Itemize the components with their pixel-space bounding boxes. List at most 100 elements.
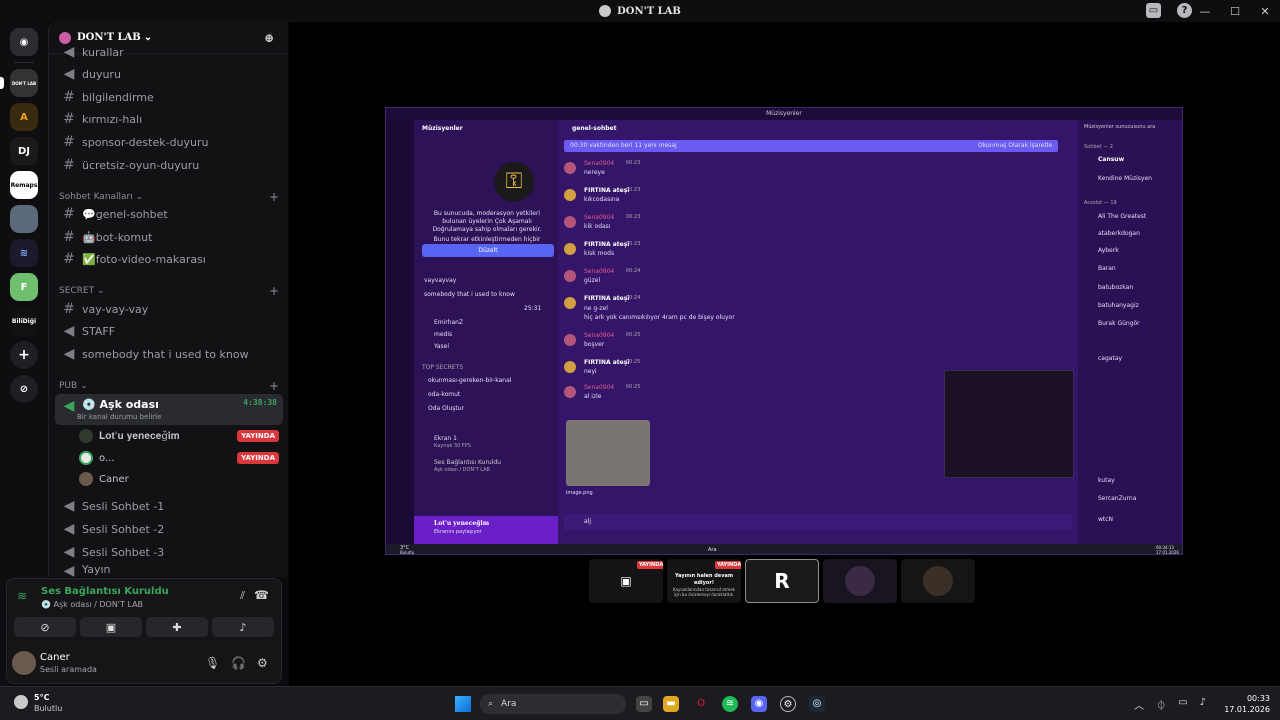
channel-sponsor[interactable]: # sponsor-destek-duyuru [55,131,283,153]
channel-bot-komut[interactable]: # 🤖bot-komut [55,226,283,248]
opera-icon[interactable]: O [693,696,709,712]
add-channel-icon[interactable]: + [269,284,279,298]
task-view-icon[interactable]: ▭ [636,696,652,712]
voice-channel-yayin[interactable]: ◀ Yayın [55,563,283,577]
stream-banner-action: Okunmuş Olarak İşaretle [978,142,1053,149]
discover-icon[interactable]: ⊘ [10,375,38,403]
hash-icon: # [63,157,75,173]
stream-member: Ali The Greatest [1098,213,1147,220]
headphones-icon[interactable]: 🎧 [231,656,246,670]
guild-bilidigi[interactable]: BiliDiği [10,307,38,335]
channel-duyuru[interactable]: ◀ duyuru [55,63,283,85]
system-clock[interactable]: 00:33 17.01.2026 [1224,693,1270,715]
message-time: 00:23 [626,187,641,193]
stream-member: Cansuw [1098,156,1125,163]
speaker-icon: ◀ [63,398,75,414]
add-user-icon[interactable]: ⊕ [264,31,274,45]
add-channel-icon[interactable]: + [269,379,279,393]
channel-foto-video[interactable]: # ✅foto-video-makarası [55,248,283,270]
message-text: nereye [584,169,605,176]
chevron-down-icon: ⌄ [143,32,153,43]
minimize-icon[interactable]: — [1190,5,1220,18]
voice-channel-3[interactable]: ◀ Sesli Sohbet -3 [55,541,283,563]
channel-status-text[interactable]: Bir kanal durumu belirle [77,413,161,421]
signal-icon[interactable]: ≋ [17,589,27,603]
avatar [564,216,576,228]
volume-icon[interactable]: ♪ [1200,697,1206,712]
channel-ucretsiz-oyun[interactable]: # ücretsiz-oyun-duyuru [55,154,283,176]
windows-start-icon[interactable] [455,696,471,712]
stream-member: Baran [1098,265,1116,272]
search-icon: ⌕ [488,699,494,709]
avatar [845,566,875,596]
microphone-icon[interactable]: ⏀ [1156,697,1166,712]
guild-label: Remaps [10,181,38,189]
add-server-icon[interactable]: + [10,341,38,369]
message-author: FIRTINA ateşi [584,295,630,302]
category-secret[interactable]: SECRET ⌄ + [59,284,279,298]
voice-status[interactable]: Ses Bağlantısı Kuruldu [41,586,169,597]
stream-thumbnail[interactable] [823,559,897,603]
voice-location[interactable]: 💿 Aşk odası / DON'T LAB [41,600,143,609]
avatar [564,361,576,373]
file-explorer-icon[interactable]: ▬ [663,696,679,712]
activities-button[interactable]: ✚ [146,617,208,637]
stream-thumbnail[interactable]: YAYINDA ▣ [589,559,663,603]
guild-dont-lab[interactable]: DON'T LAB [0,69,38,97]
voice-channel-1[interactable]: ◀ Sesli Sohbet -1 [55,495,283,517]
discord-icon[interactable]: ◉ [751,696,767,712]
inbox-icon[interactable]: ▭ [1146,3,1161,18]
steam-icon[interactable]: ◎ [809,696,825,712]
channel-bilgilendirme[interactable]: # bilgilendirme [55,86,283,108]
spotify-icon[interactable]: ≋ [722,696,738,712]
camera-button[interactable]: ⊘ [14,617,76,637]
guild-f[interactable]: F [10,273,38,301]
discord-home-icon[interactable]: ◉ [10,28,38,56]
settings-gear-icon[interactable]: ⚙ [257,656,268,670]
guild-remaps[interactable]: Remaps [10,171,38,199]
message-time: 00:25 [626,332,641,338]
voice-channel-ask-odasi[interactable]: ◀ 💿 Aşk odası 4:38:38 Bir kanal durumu b… [55,394,283,425]
channel-staff[interactable]: ◀ STAFF [55,320,283,342]
network-icon[interactable]: ▭ [1178,697,1187,712]
stream-screen-label: Ekran 1 [434,435,457,442]
channel-kurallar[interactable]: ◀ kurallar [55,46,283,58]
microphone-icon[interactable]: 🎙 [205,656,220,670]
voice-user[interactable]: 𝐋𝐨𝐭'𝐮 𝐲𝐞𝐧𝐞𝐜𝐞ğ𝐢𝐦 YAYINDA [79,426,279,446]
stream-member-list: Müzisyenler sunucusunu ara Sohbet — 2 Ca… [1078,120,1182,544]
disconnect-icon[interactable]: ☎ [254,588,269,602]
maximize-icon[interactable]: ☐ [1220,5,1250,18]
chevron-up-icon[interactable]: ︿ [1134,697,1144,712]
activities-icon: ✚ [172,620,182,634]
channel-somebody[interactable]: ◀ somebody that i used to know [55,343,283,365]
category-pub[interactable]: PUB ⌄ + [59,379,279,393]
guild-photo[interactable] [10,205,38,233]
screen-share-view[interactable]: Müzisyenler Müzisyenler ⚿ Bu sunucuda, m… [385,107,1183,555]
user-avatar[interactable] [12,651,36,675]
close-icon[interactable]: ✕ [1250,5,1280,18]
guild-dark[interactable]: ≋ [10,239,38,267]
stream-channel: vayvayvay [424,277,457,284]
category-sohbet[interactable]: Sohbet Kanalları ⌄ + [59,190,279,204]
voice-user[interactable]: o... YAYINDA [79,448,279,468]
speaker-icon: ◀ [63,544,75,560]
channel-vay-vay-vay[interactable]: # vay-vay-vay [55,298,283,320]
stream-thumbnail[interactable]: R [745,559,819,603]
channel-kirmizi-hali[interactable]: # kırmızı-halı [55,108,283,130]
stream-member: batuhanyagiz [1098,302,1139,309]
guild-addz[interactable]: A [10,103,38,131]
voice-channel-2[interactable]: ◀ Sesli Sohbet -2 [55,518,283,540]
live-badge: YAYINDA [715,561,741,569]
taskbar-search[interactable]: ⌕ Ara [480,694,626,714]
voice-user[interactable]: Caner [79,469,279,489]
user-name[interactable]: Caner [40,652,70,663]
channel-genel-sohbet[interactable]: # 💬genel-sohbet [55,203,283,225]
steam-alt-icon[interactable]: ⚙ [780,696,796,712]
stream-thumbnail[interactable]: YAYINDA Yayının halen devam ediyor! Kayn… [667,559,741,603]
guild-dj[interactable]: DJ [10,137,38,165]
soundboard-button[interactable]: ♪ [212,617,274,637]
stream-thumbnail[interactable] [901,559,975,603]
add-channel-icon[interactable]: + [269,190,279,204]
screen-share-button[interactable]: ▣ [80,617,142,637]
noise-suppression-icon[interactable]: ⫽ [240,589,245,603]
